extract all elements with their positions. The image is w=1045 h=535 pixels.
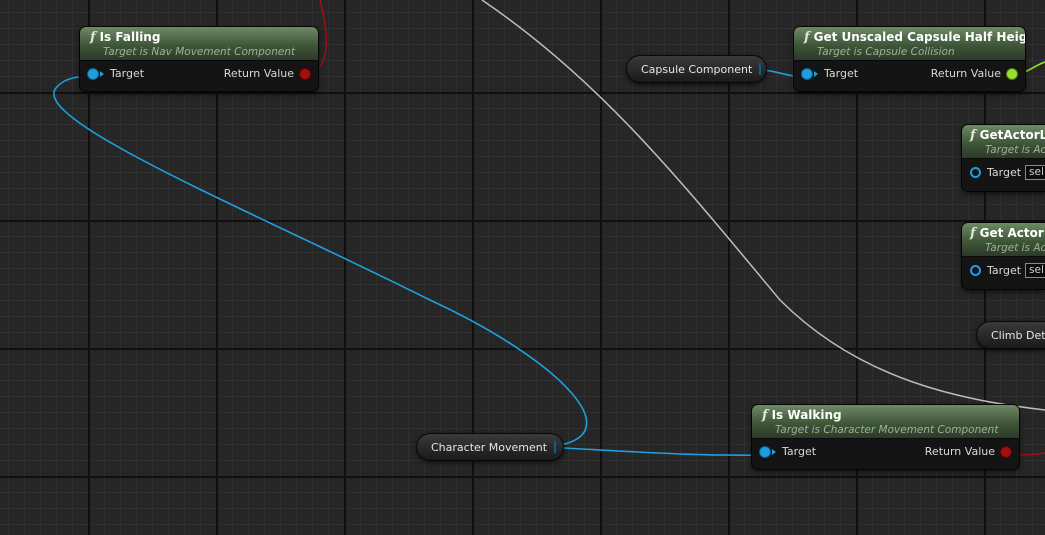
pin-label: Target	[110, 67, 145, 80]
wire-char-move-to-is-walking	[544, 446, 766, 456]
target-pin[interactable]: Target	[802, 67, 858, 80]
return-value-pin[interactable]: Return Value	[925, 445, 1011, 458]
self-default-field[interactable]: sel	[1025, 165, 1045, 180]
node-subtitle: Target is Nav Movement Component	[103, 46, 296, 58]
variable-label: Character Movement	[431, 440, 548, 454]
node-subtitle: Target is Character Movement Component	[775, 424, 999, 436]
node-subtitle: Target is Ac	[985, 242, 1045, 254]
pin-arrow-icon	[772, 448, 776, 455]
bool-pin-icon[interactable]	[300, 68, 310, 79]
get-actor-location-node[interactable]: fGetActorLo Target is Ac Target sel	[962, 125, 1045, 191]
self-default-field[interactable]: sel	[1025, 263, 1045, 278]
object-pin-icon[interactable]	[970, 167, 981, 178]
character-movement-variable[interactable]: Character Movement	[416, 433, 564, 461]
node-title: Get Actor F	[979, 226, 1045, 240]
node-subtitle: Target is Ac	[985, 144, 1045, 156]
pin-arrow-icon	[814, 70, 818, 77]
is-walking-node[interactable]: f Is Walking Target is Character Movement…	[752, 405, 1019, 469]
wire-char-move-to-is-falling	[53, 75, 588, 448]
is-falling-node[interactable]: f Is Falling Target is Nav Movement Compo…	[80, 27, 318, 91]
function-icon: f	[90, 30, 96, 45]
is-walking-header[interactable]: f Is Walking Target is Character Movement…	[752, 405, 1019, 439]
get-actor-location-header[interactable]: fGetActorLo Target is Ac	[962, 125, 1045, 159]
pin-label: Target	[824, 67, 859, 80]
pin-arrow-icon	[100, 70, 104, 77]
capsule-component-variable[interactable]: Capsule Component	[626, 55, 767, 83]
function-icon: f	[762, 408, 768, 423]
object-pin-icon[interactable]	[802, 68, 812, 79]
node-title: GetActorLo	[979, 128, 1045, 142]
function-icon: f	[970, 128, 976, 143]
is-falling-header[interactable]: f Is Falling Target is Nav Movement Compo…	[80, 27, 318, 61]
object-pin-icon[interactable]	[760, 446, 770, 457]
function-icon: f	[804, 30, 810, 45]
node-title: Get Unscaled Capsule Half Height	[813, 30, 1025, 44]
get-actor-forward-header[interactable]: fGet Actor F Target is Ac	[962, 223, 1045, 257]
half-height-header[interactable]: f Get Unscaled Capsule Half Height Target…	[794, 27, 1025, 61]
pin-label: Return Value	[924, 445, 995, 458]
node-title: Is Walking	[771, 408, 842, 422]
get-unscaled-capsule-half-height-node[interactable]: f Get Unscaled Capsule Half Height Target…	[794, 27, 1025, 91]
target-pin[interactable]: Target sel	[970, 165, 1045, 180]
climb-detect-variable[interactable]: Climb Dete	[976, 321, 1045, 349]
return-value-pin[interactable]: Return Value	[931, 67, 1017, 80]
target-pin[interactable]: Target	[760, 445, 816, 458]
pin-label: Target	[782, 445, 817, 458]
pin-label: Target	[987, 264, 1022, 277]
object-pin-icon[interactable]	[88, 68, 98, 79]
variable-label: Capsule Component	[641, 62, 753, 76]
bool-pin-icon[interactable]	[1001, 446, 1011, 457]
node-title: Is Falling	[99, 30, 161, 44]
float-pin-icon[interactable]	[1007, 68, 1017, 79]
get-actor-forward-node[interactable]: fGet Actor F Target is Ac Target sel	[962, 223, 1045, 289]
pin-label: Target	[987, 166, 1022, 179]
target-pin[interactable]: Target sel	[970, 263, 1045, 278]
variable-label: Climb Dete	[991, 328, 1045, 342]
pin-label: Return Value	[930, 67, 1001, 80]
target-pin[interactable]: Target	[88, 67, 144, 80]
return-value-pin[interactable]: Return Value	[224, 67, 310, 80]
pin-label: Return Value	[223, 67, 294, 80]
node-subtitle: Target is Capsule Collision	[817, 46, 955, 58]
function-icon: f	[970, 226, 976, 241]
object-pin-icon[interactable]	[970, 265, 981, 276]
